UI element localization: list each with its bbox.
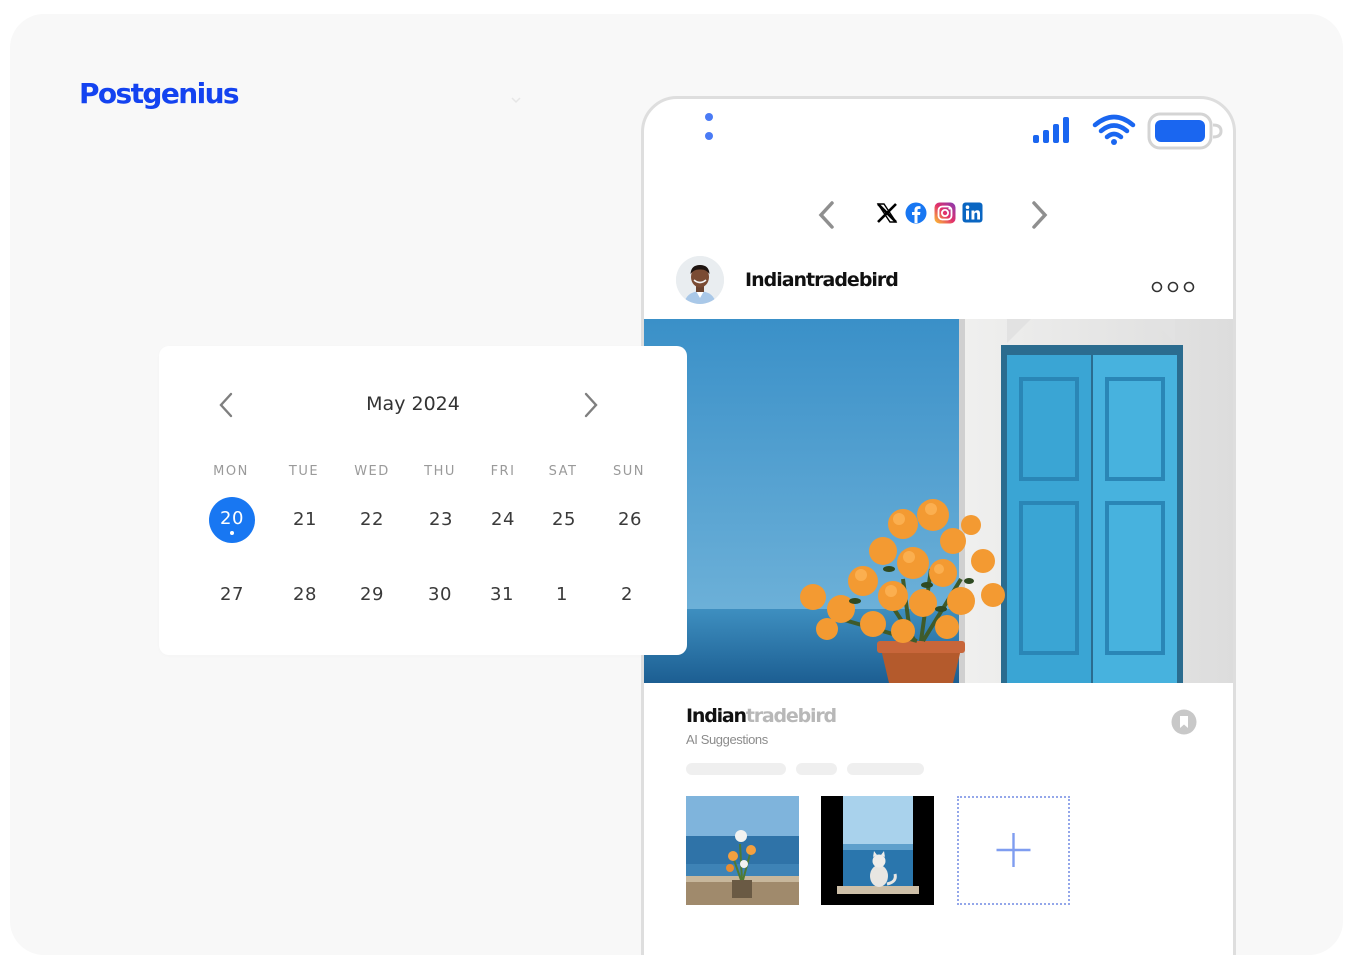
phone-mockup: Indiantradebird Indiantradebird AI Sugge…: [641, 96, 1236, 955]
weekday-sun: SUN: [613, 464, 645, 479]
menu-dots-icon[interactable]: [703, 111, 715, 141]
post-username: Indiantradebird: [686, 705, 837, 727]
calendar-day[interactable]: 29: [347, 570, 397, 620]
skeleton-pill: [847, 763, 924, 775]
month-title: May 2024: [366, 393, 460, 415]
skeleton-pill: [686, 763, 786, 775]
calendar-day-selected[interactable]: 20: [209, 497, 255, 543]
instagram-icon[interactable]: [934, 202, 956, 224]
x-icon[interactable]: [876, 202, 898, 224]
chevron-right-icon[interactable]: [1026, 199, 1052, 231]
weekday-tue: TUE: [288, 464, 320, 479]
signal-icon: [1033, 117, 1069, 143]
weekday-mon: MON: [213, 464, 249, 479]
calendar-day[interactable]: 1: [537, 570, 587, 620]
calendar-day[interactable]: 27: [207, 570, 257, 620]
weekday-sat: SAT: [548, 464, 578, 479]
more-options-icon[interactable]: [1151, 280, 1195, 294]
social-network-selector: [644, 197, 1233, 233]
chevron-left-icon[interactable]: [814, 199, 840, 231]
skeleton-pill: [796, 763, 837, 775]
calendar-day[interactable]: 31: [477, 570, 527, 620]
weekday-fri: FRI: [490, 464, 516, 479]
weekday-wed: WED: [354, 464, 390, 479]
app-canvas: Postgenius Indiantradebird Indiantradebi…: [10, 14, 1343, 955]
post-username-part2: tradebird: [745, 705, 837, 727]
suggestion-thumbnail[interactable]: [686, 796, 799, 905]
calendar-day[interactable]: 2: [602, 570, 652, 620]
bookmark-icon[interactable]: [1171, 709, 1197, 735]
calendar-day[interactable]: 21: [280, 495, 330, 545]
wifi-icon: [1092, 114, 1136, 145]
calendar-day[interactable]: 28: [280, 570, 330, 620]
add-media-button[interactable]: [957, 796, 1070, 905]
avatar[interactable]: [676, 256, 724, 304]
post-username-part1: Indian: [686, 705, 747, 727]
calendar-day[interactable]: 30: [415, 570, 465, 620]
calendar-day[interactable]: 22: [347, 495, 397, 545]
day-number: 20: [220, 508, 244, 529]
ai-suggestions-label: AI Suggestions: [686, 732, 768, 747]
calendar-day[interactable]: 25: [539, 495, 589, 545]
weekday-thu: THU: [424, 464, 456, 479]
calendar-day[interactable]: 26: [605, 495, 655, 545]
chevron-right-icon[interactable]: [579, 388, 603, 422]
event-dot-icon: [230, 531, 234, 535]
battery-icon: [1147, 112, 1223, 150]
linkedin-icon[interactable]: [962, 202, 984, 224]
chevron-down-icon: [511, 97, 521, 104]
suggestion-thumbnail[interactable]: [821, 796, 934, 905]
calendar-day[interactable]: 23: [416, 495, 466, 545]
brand-logo: Postgenius: [79, 77, 240, 110]
post-image: [644, 319, 1233, 683]
profile-username: Indiantradebird: [745, 269, 899, 291]
calendar-day[interactable]: 24: [478, 495, 528, 545]
date-picker: May 2024 MON TUE WED THU FRI SAT SUN 20 …: [159, 346, 687, 655]
chevron-left-icon[interactable]: [214, 388, 238, 422]
facebook-icon[interactable]: [905, 202, 927, 224]
